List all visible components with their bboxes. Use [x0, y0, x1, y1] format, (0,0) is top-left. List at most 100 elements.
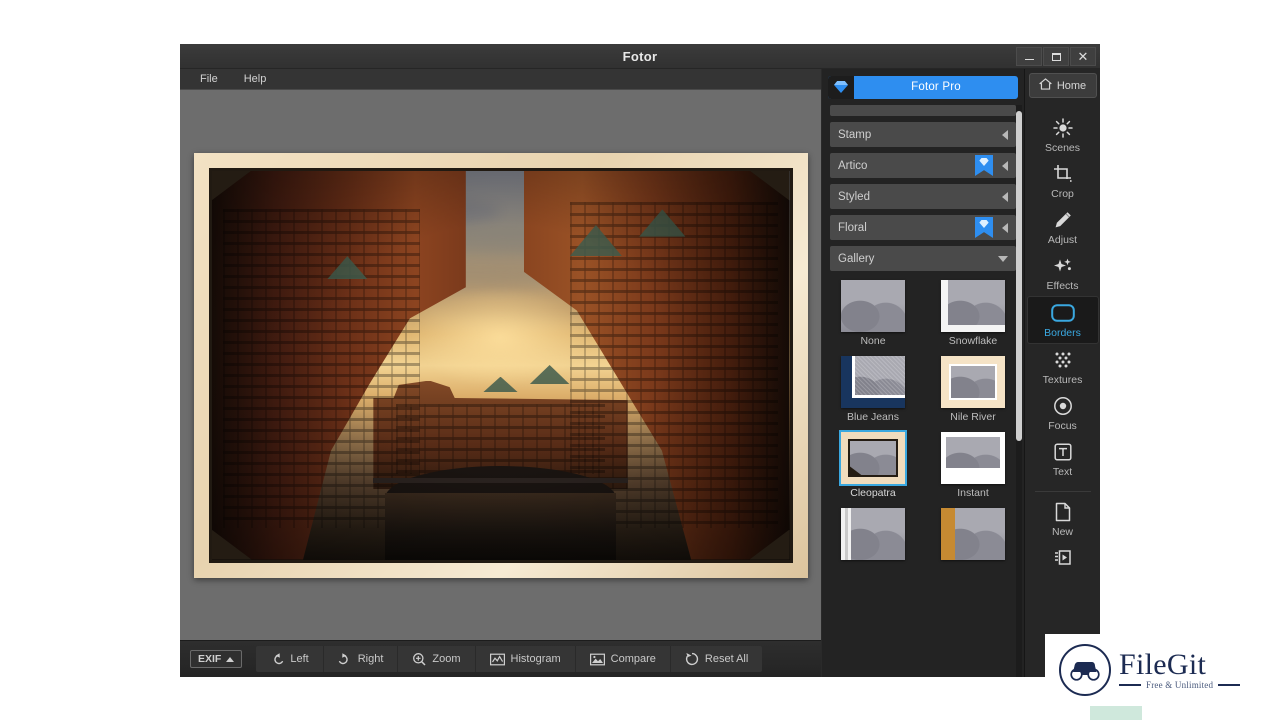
border-thumbnail-grid: None Snowflake Blue Jeans [830, 277, 1016, 563]
rail-item-adjust[interactable]: Adjust [1027, 204, 1099, 250]
home-icon [1039, 78, 1052, 93]
fotor-app-window: Fotor ✕ File Help [180, 44, 1100, 677]
rule-left [1119, 684, 1141, 686]
reset-all-label: Reset All [705, 653, 748, 665]
rail-item-focus[interactable]: Focus [1027, 390, 1099, 436]
border-preview [841, 356, 905, 408]
border-thumb-label: Nile River [930, 411, 1016, 423]
border-thumb-instant[interactable]: Instant [930, 432, 1016, 499]
rail-item-batch[interactable] [1027, 542, 1099, 576]
border-category-list[interactable]: Stamp Artico Styled Floral [822, 105, 1024, 677]
home-button[interactable]: Home [1029, 73, 1097, 98]
pencil-icon [1053, 209, 1073, 231]
border-preview [941, 432, 1005, 484]
rail-item-scenes[interactable]: Scenes [1027, 112, 1099, 158]
rail-label: Focus [1048, 420, 1077, 432]
window-controls: ✕ [1016, 47, 1096, 66]
border-thumb-blue-jeans[interactable]: Blue Jeans [830, 356, 916, 423]
exif-button[interactable]: EXIF [190, 650, 242, 668]
batch-icon [1053, 547, 1073, 569]
menu-help[interactable]: Help [240, 72, 271, 86]
category-label-floral: Floral [838, 222, 975, 234]
rotate-right-icon [338, 652, 352, 666]
border-thumb-snowflake[interactable]: Snowflake [930, 280, 1016, 347]
canvas-area[interactable] [180, 90, 821, 640]
minimize-button[interactable] [1016, 47, 1042, 66]
target-icon [1053, 395, 1073, 417]
border-thumb-label: Instant [930, 487, 1016, 499]
category-label-gallery: Gallery [838, 253, 998, 265]
rail-label: Borders [1044, 327, 1081, 339]
category-label-stamp: Stamp [838, 129, 1002, 141]
rail-label: Effects [1047, 280, 1079, 292]
maximize-button[interactable] [1043, 47, 1069, 66]
category-row-partial[interactable] [830, 105, 1016, 116]
category-row-styled[interactable]: Styled [830, 184, 1016, 209]
rail-item-new[interactable]: New [1027, 496, 1099, 542]
edited-photo [212, 171, 790, 560]
border-preview [841, 432, 905, 484]
menu-file[interactable]: File [196, 72, 222, 86]
diamond-icon [828, 76, 854, 99]
histogram-button[interactable]: Histogram [476, 646, 576, 672]
watermark-text: FileGit Free & Unlimited [1119, 650, 1240, 691]
chevron-left-icon [1002, 130, 1008, 140]
border-thumb-label: None [830, 335, 916, 347]
border-thumb-row4-right[interactable] [930, 508, 1016, 563]
chevron-left-icon [1002, 192, 1008, 202]
rail-item-borders[interactable]: Borders [1027, 296, 1099, 344]
rotate-right-button[interactable]: Right [324, 646, 399, 672]
fotor-pro-label: Fotor Pro [854, 81, 1018, 93]
rail-item-textures[interactable]: Textures [1027, 344, 1099, 390]
border-thumb-label: Snowflake [930, 335, 1016, 347]
rail-label: Scenes [1045, 142, 1080, 154]
rail-divider [1035, 491, 1091, 492]
binoculars-icon [1059, 644, 1111, 696]
text-box-icon [1053, 441, 1073, 463]
rail-item-crop[interactable]: Crop [1027, 158, 1099, 204]
border-thumb-none[interactable]: None [830, 280, 916, 347]
category-row-floral[interactable]: Floral [830, 215, 1016, 240]
histogram-label: Histogram [511, 653, 561, 665]
border-thumb-row4-left[interactable] [830, 508, 916, 563]
rail-item-text[interactable]: Text [1027, 436, 1099, 482]
rail-item-effects[interactable]: Effects [1027, 250, 1099, 296]
window-body: File Help [180, 69, 1100, 677]
pro-badge-icon [975, 155, 993, 176]
border-thumb-nile-river[interactable]: Nile River [930, 356, 1016, 423]
category-label-styled: Styled [838, 191, 1002, 203]
close-button[interactable]: ✕ [1070, 47, 1096, 66]
zoom-label: Zoom [432, 653, 460, 665]
dots-grid-icon [1053, 349, 1073, 371]
category-row-stamp[interactable]: Stamp [830, 122, 1016, 147]
rounded-rect-icon [1051, 302, 1075, 324]
reset-all-button[interactable]: Reset All [671, 646, 762, 672]
rotate-right-label: Right [358, 653, 384, 665]
filegit-watermark: FileGit Free & Unlimited [1045, 634, 1273, 706]
zoom-button[interactable]: Zoom [398, 646, 475, 672]
rail-label: Crop [1051, 188, 1074, 200]
photo-inner-mat [209, 168, 793, 563]
exif-label: EXIF [198, 653, 221, 665]
chevron-down-icon [998, 256, 1008, 262]
compare-button[interactable]: Compare [576, 646, 671, 672]
border-thumb-cleopatra[interactable]: Cleopatra [830, 432, 916, 499]
page-icon [1054, 501, 1072, 523]
photo-vignette [212, 171, 790, 560]
watermark-subtitle: Free & Unlimited [1146, 680, 1213, 690]
panel-scrollbar-thumb[interactable] [1016, 111, 1022, 441]
pro-badge-icon [975, 217, 993, 238]
fotor-pro-button[interactable]: Fotor Pro [828, 76, 1018, 99]
editor-column: File Help [180, 69, 822, 677]
rotate-left-button[interactable]: Left [256, 646, 323, 672]
image-icon [590, 653, 605, 666]
category-row-artico[interactable]: Artico [830, 153, 1016, 178]
border-preview [841, 280, 905, 332]
menu-bar: File Help [180, 69, 821, 90]
borders-panel: Fotor Pro Stamp Artico [822, 69, 1024, 677]
rail-label: Textures [1043, 374, 1083, 386]
category-row-gallery[interactable]: Gallery [830, 246, 1016, 271]
crop-icon [1053, 163, 1073, 185]
photo-frame-cleopatra [194, 153, 808, 578]
rail-label: Adjust [1048, 234, 1077, 246]
